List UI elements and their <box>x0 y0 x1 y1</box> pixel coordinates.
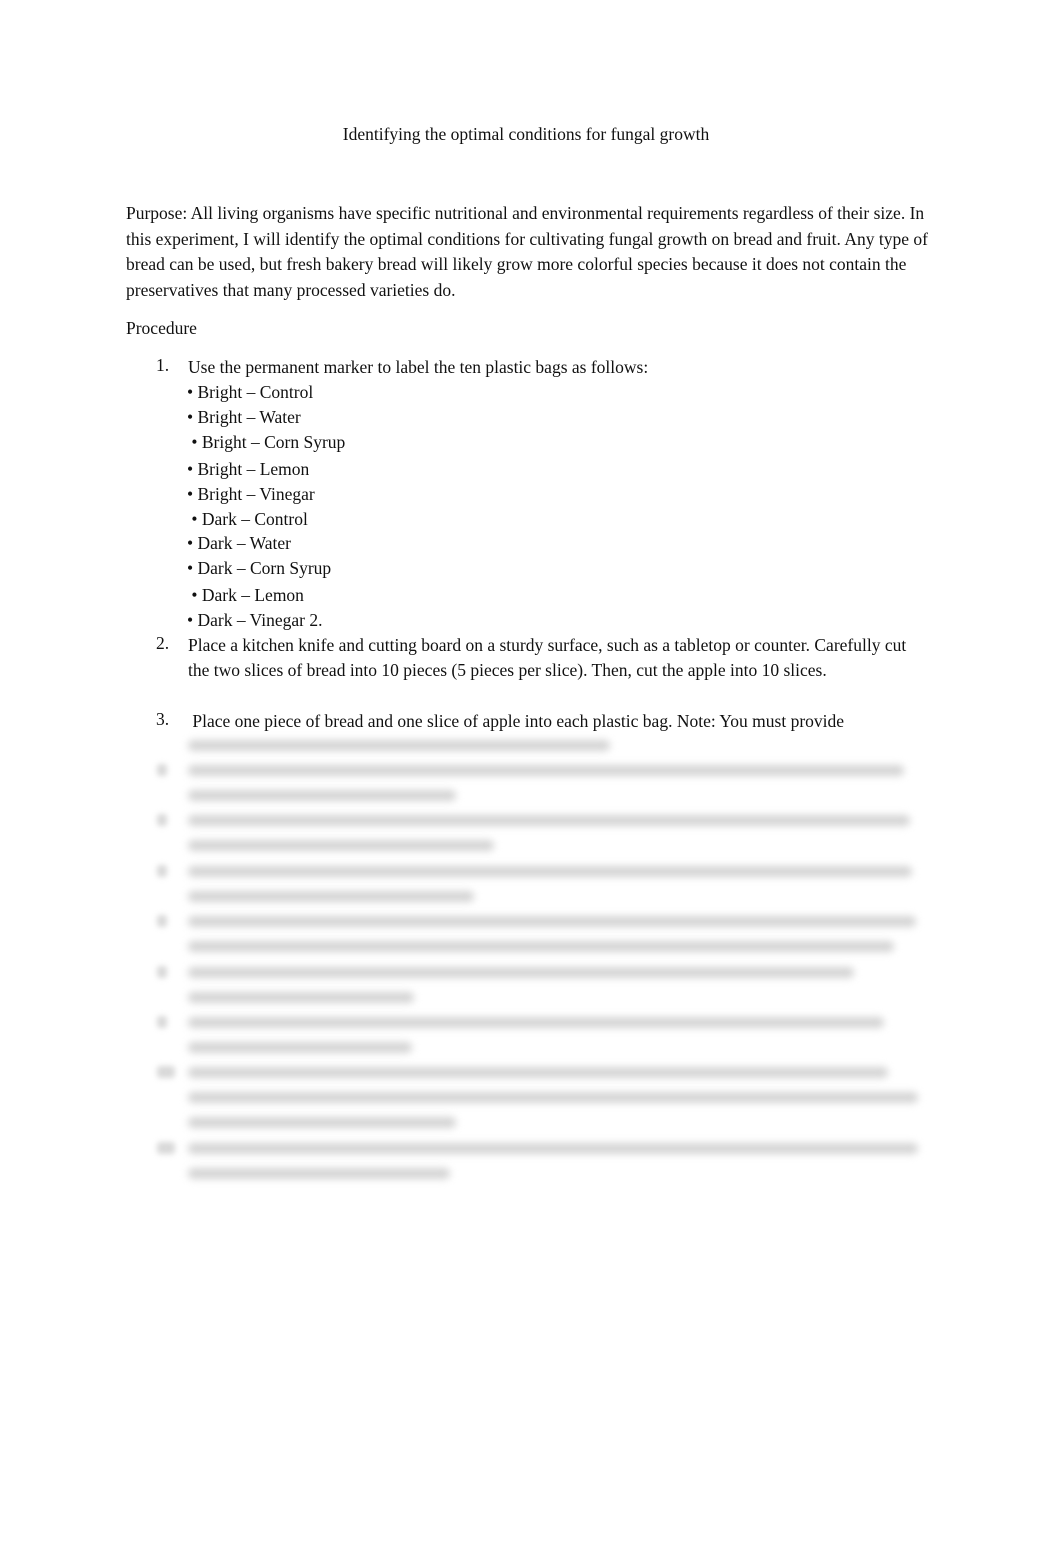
bag-label: • Dark – Vinegar 2. <box>187 610 323 630</box>
blurred-step-number <box>157 1142 175 1154</box>
blurred-line <box>188 1143 918 1154</box>
blurred-line <box>188 815 910 826</box>
step-number: 2. <box>156 633 170 653</box>
step-text: Use the permanent marker to label the te… <box>188 357 649 377</box>
blurred-line <box>188 967 854 978</box>
step-text: Place a kitchen knife and cutting board … <box>188 635 907 680</box>
blurred-line <box>188 740 610 751</box>
blurred-line <box>188 1117 456 1128</box>
blurred-step-number <box>157 764 167 776</box>
blurred-line <box>188 1067 888 1078</box>
blurred-step-number <box>157 966 167 978</box>
bag-label: • Dark – Lemon <box>187 585 304 605</box>
blurred-line <box>188 866 912 877</box>
blurred-line <box>188 840 494 851</box>
blurred-line <box>188 765 904 776</box>
bag-label: • Bright – Control <box>187 382 314 402</box>
bag-label: • Bright – Water <box>187 407 301 427</box>
bag-label: • Bright – Corn Syrup <box>187 432 346 452</box>
step-text: Place one piece of bread and one slice o… <box>188 711 845 731</box>
blurred-step-number <box>157 915 167 927</box>
blurred-step-number <box>157 1016 167 1028</box>
bag-label: • Bright – Lemon <box>187 459 310 479</box>
blurred-line <box>188 916 916 927</box>
document-title: Identifying the optimal conditions for f… <box>342 124 710 144</box>
blurred-line <box>188 1092 918 1103</box>
blurred-line <box>188 1168 450 1179</box>
blurred-line <box>188 790 456 801</box>
blurred-line <box>188 1042 412 1053</box>
step-number: 1. <box>156 355 170 375</box>
bag-label: • Dark – Corn Syrup <box>187 558 332 578</box>
blurred-line <box>188 1017 884 1028</box>
bag-label: • Dark – Control <box>187 509 308 529</box>
purpose-paragraph: Purpose: All living organisms have speci… <box>126 203 928 300</box>
blurred-line <box>188 891 474 902</box>
bag-label: • Bright – Vinegar <box>187 484 315 504</box>
step-number: 3. <box>156 709 170 729</box>
blurred-step-number <box>157 1066 175 1078</box>
blurred-line <box>188 992 414 1003</box>
blurred-step-number <box>157 865 167 877</box>
bag-label: • Dark – Water <box>187 533 292 553</box>
blurred-step-number <box>157 814 167 826</box>
blurred-line <box>188 941 894 952</box>
procedure-heading: Procedure <box>126 318 197 338</box>
